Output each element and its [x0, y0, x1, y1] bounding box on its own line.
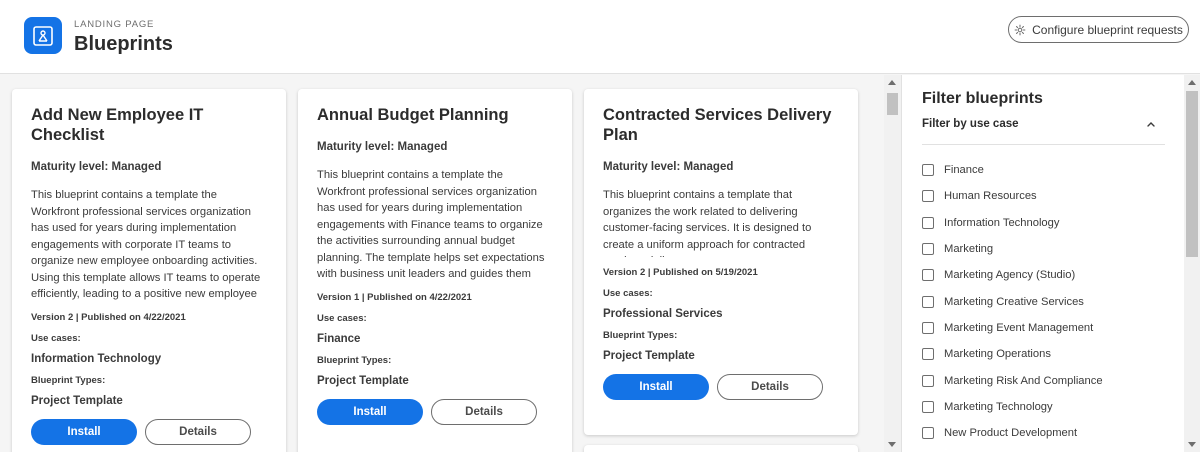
checkbox[interactable] — [922, 164, 934, 177]
filter-option-new-product-development[interactable]: New Product Development — [922, 420, 1184, 446]
blueprint-types-label: Blueprint Types: — [317, 355, 392, 366]
card-description: This blueprint contains a template the W… — [31, 189, 261, 300]
filter-option-label: Marketing Operations — [944, 348, 1051, 361]
card-maturity: Maturity level: Managed — [31, 161, 162, 173]
filter-option-information-technology[interactable]: Information Technology — [922, 210, 1184, 236]
checkbox[interactable] — [922, 374, 934, 387]
page-eyebrow: LANDING PAGE — [74, 19, 155, 30]
filter-option-marketing-operations[interactable]: Marketing Operations — [922, 341, 1184, 367]
card-version: Version 1 | Published on 4/22/2021 — [317, 292, 472, 303]
blueprint-types-label: Blueprint Types: — [31, 375, 106, 386]
checkbox[interactable] — [922, 427, 934, 440]
use-cases-label: Use cases: — [31, 333, 81, 344]
blueprint-card: Add New Employee IT Checklist Maturity l… — [12, 89, 286, 452]
filter-option-label: Marketing Creative Services — [944, 295, 1084, 308]
card-actions: Install Details — [31, 419, 267, 445]
filter-option-finance[interactable]: Finance — [922, 157, 1184, 183]
checkbox[interactable] — [922, 190, 934, 203]
blueprint-types-label: Blueprint Types: — [603, 330, 678, 341]
configure-button-label: Configure blueprint requests — [1032, 22, 1183, 37]
card-title: Annual Budget Planning — [317, 106, 509, 124]
scroll-down-arrow-icon[interactable] — [888, 442, 896, 447]
blueprints-app-icon — [24, 17, 62, 54]
checkbox[interactable] — [922, 295, 934, 308]
card-actions: Install Details — [603, 374, 839, 400]
card-blueprint-type: Project Template — [31, 395, 123, 407]
use-cases-label: Use cases: — [603, 288, 653, 299]
use-case-filter-list: Finance Human Resources Information Tech… — [922, 157, 1184, 446]
filter-panel: Filter blueprints Filter by use case Fin… — [901, 75, 1184, 452]
cards-scrollbar[interactable] — [884, 75, 901, 452]
filter-option-marketing-creative-services[interactable]: Marketing Creative Services — [922, 288, 1184, 314]
install-button[interactable]: Install — [31, 419, 137, 445]
card-use-case: Professional Services — [603, 308, 723, 320]
configure-blueprint-requests-button[interactable]: Configure blueprint requests — [1008, 16, 1189, 43]
blueprint-card: Contracted Services Delivery Plan Maturi… — [584, 89, 858, 435]
install-button[interactable]: Install — [603, 374, 709, 400]
scrollbar-thumb[interactable] — [1186, 91, 1198, 257]
card-maturity: Maturity level: Managed — [317, 141, 448, 153]
filter-option-marketing-technology[interactable]: Marketing Technology — [922, 394, 1184, 420]
card-maturity: Maturity level: Managed — [603, 161, 734, 173]
filter-option-label: Finance — [944, 164, 984, 177]
filter-by-use-case-toggle[interactable]: Filter by use case — [922, 118, 1165, 145]
blueprint-card-partial — [584, 445, 858, 452]
filter-option-label: Marketing Technology — [944, 400, 1053, 413]
page-header: LANDING PAGE Blueprints Configure bluepr… — [0, 0, 1200, 74]
card-title: Add New Employee IT Checklist — [31, 106, 204, 144]
card-description: This blueprint contains a template that … — [603, 189, 812, 257]
blueprint-icon — [33, 25, 53, 46]
checkbox[interactable] — [922, 348, 934, 361]
filter-option-label: Marketing Event Management — [944, 321, 1094, 334]
details-button[interactable]: Details — [145, 419, 251, 445]
scroll-up-arrow-icon[interactable] — [888, 80, 896, 85]
card-description: This blueprint contains a template the W… — [317, 169, 545, 280]
card-use-case: Finance — [317, 333, 361, 345]
filter-title: Filter blueprints — [922, 90, 1043, 107]
details-button[interactable]: Details — [431, 399, 537, 425]
filter-scrollbar[interactable] — [1184, 75, 1200, 452]
filter-option-label: Marketing Risk And Compliance — [944, 374, 1103, 387]
filter-option-marketing-event-management[interactable]: Marketing Event Management — [922, 315, 1184, 341]
filter-option-marketing-agency[interactable]: Marketing Agency (Studio) — [922, 262, 1184, 288]
blueprint-card: Annual Budget Planning Maturity level: M… — [298, 89, 572, 452]
blueprint-cards-area: Add New Employee IT Checklist Maturity l… — [0, 75, 884, 452]
scroll-up-arrow-icon[interactable] — [1188, 80, 1196, 85]
card-blueprint-type: Project Template — [603, 350, 695, 362]
install-button[interactable]: Install — [317, 399, 423, 425]
card-blueprint-type: Project Template — [317, 375, 409, 387]
filter-subtitle: Filter by use case — [922, 118, 1019, 130]
checkbox[interactable] — [922, 400, 934, 413]
gear-icon — [1014, 24, 1026, 35]
checkbox[interactable] — [922, 216, 934, 229]
use-cases-label: Use cases: — [317, 313, 367, 324]
checkbox[interactable] — [922, 269, 934, 282]
checkbox[interactable] — [922, 321, 934, 334]
card-actions: Install Details — [317, 399, 553, 425]
card-use-case: Information Technology — [31, 353, 162, 365]
scroll-down-arrow-icon[interactable] — [1188, 442, 1196, 447]
card-title: Contracted Services Delivery Plan — [603, 106, 832, 144]
chevron-up-icon — [1147, 122, 1155, 127]
filter-option-marketing-risk-and-compliance[interactable]: Marketing Risk And Compliance — [922, 367, 1184, 393]
filter-option-label: Human Resources — [944, 190, 1037, 203]
checkbox[interactable] — [922, 243, 934, 256]
filter-option-label: New Product Development — [944, 427, 1078, 440]
filter-option-human-resources[interactable]: Human Resources — [922, 183, 1184, 209]
card-version: Version 2 | Published on 4/22/2021 — [31, 312, 186, 323]
card-version: Version 2 | Published on 5/19/2021 — [603, 267, 758, 278]
filter-option-label: Information Technology — [944, 216, 1060, 229]
filter-option-label: Marketing Agency (Studio) — [944, 269, 1076, 282]
page-title: Blueprints — [74, 33, 173, 55]
scrollbar-thumb[interactable] — [887, 93, 898, 115]
details-button[interactable]: Details — [717, 374, 823, 400]
filter-option-marketing[interactable]: Marketing — [922, 236, 1184, 262]
filter-option-label: Marketing — [944, 243, 994, 256]
